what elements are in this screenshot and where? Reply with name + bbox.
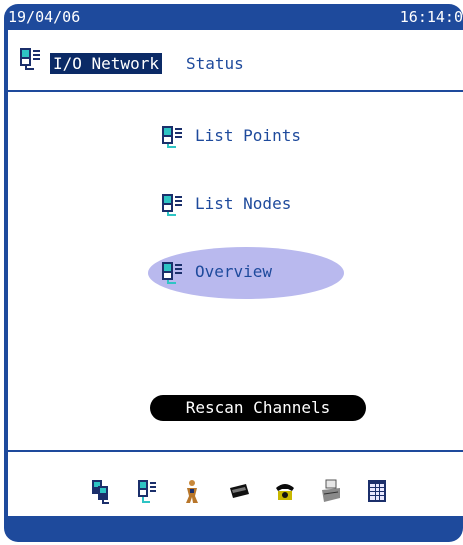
- status-time: 16:14:0: [399, 8, 463, 26]
- io-module-icon: [162, 262, 182, 284]
- page-title-highlight: I/O Network: [50, 53, 162, 74]
- menu-item-list-nodes[interactable]: List Nodes: [8, 184, 463, 224]
- menu-item-label: List Points: [195, 126, 301, 145]
- menu-item-overview[interactable]: Overview: [8, 252, 463, 292]
- calendar-icon[interactable]: [366, 478, 388, 504]
- telephone-icon[interactable]: [274, 478, 296, 504]
- status-date: 19/04/06: [8, 8, 81, 26]
- user-figure-icon[interactable]: [182, 478, 204, 504]
- menu-item-label: Overview: [195, 262, 273, 281]
- menu-item-list-points[interactable]: List Points: [8, 116, 463, 156]
- network-nodes-icon[interactable]: [90, 478, 112, 504]
- io-module-icon[interactable]: [136, 478, 158, 504]
- io-module-icon: [20, 48, 40, 70]
- io-module-icon: [162, 126, 182, 148]
- divider-bottom: [8, 450, 463, 452]
- io-module-icon: [162, 194, 182, 216]
- main-panel: I/O Network Status List Points List Node…: [8, 30, 463, 516]
- status-bar: 19/04/06 16:14:0: [4, 4, 463, 30]
- page-title-rest: Status: [186, 54, 244, 73]
- menu-item-label: List Nodes: [195, 194, 292, 213]
- rescan-channels-button[interactable]: Rescan Channels: [150, 395, 366, 421]
- printer-icon[interactable]: [320, 478, 342, 504]
- title-bar: I/O Network Status: [8, 30, 463, 90]
- divider-top: [8, 90, 463, 92]
- keyboard-icon[interactable]: [228, 478, 250, 504]
- window-frame: 19/04/06 16:14:0 I/O Network Status List…: [4, 4, 463, 542]
